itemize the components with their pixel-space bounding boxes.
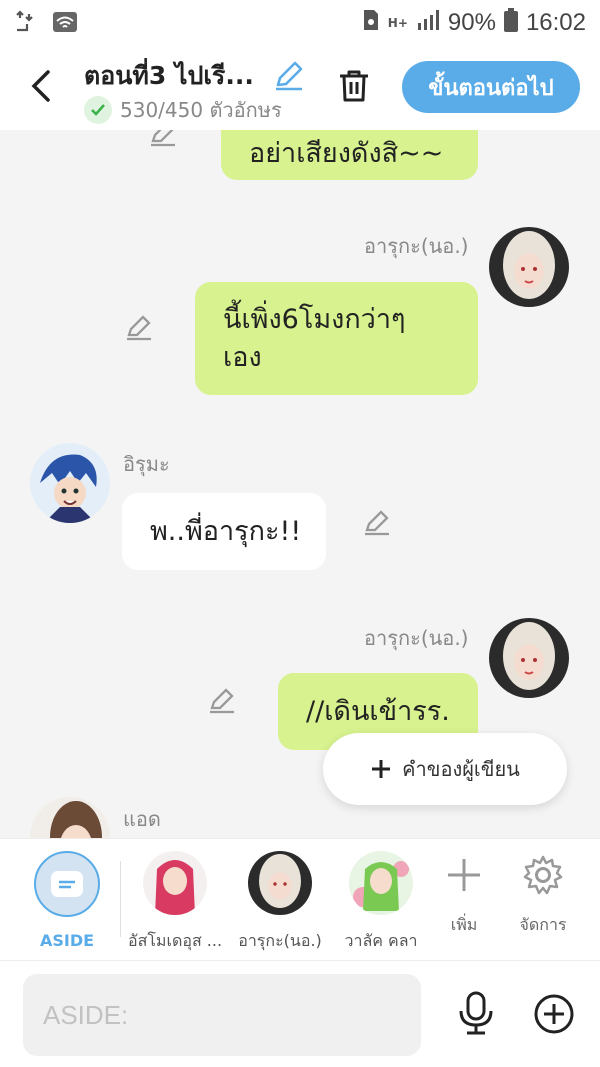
character-valac[interactable]: วาลัค คลา <box>326 851 436 954</box>
avatar-iruma[interactable] <box>30 443 110 523</box>
character-aruka[interactable]: อารุกะ(นอ.) <box>225 851 335 954</box>
avatar <box>248 851 312 915</box>
character-aside[interactable]: ASIDE <box>12 851 122 950</box>
sender-name: อารุกะ(นอ.) <box>364 234 469 258</box>
app-header: ตอนที่3 ไปเรี... 530/450 ตัวอักษร ขั้นตอ… <box>0 46 600 130</box>
plus-icon <box>372 760 391 778</box>
gear-icon <box>523 855 563 895</box>
avatar <box>349 851 413 915</box>
aside-avatar <box>34 851 100 917</box>
plus-icon <box>448 859 480 891</box>
chat-area[interactable]: อย่าเสียงดังสิ~~ อารุกะ(นอ.) นี้เพิ่ง6โม… <box>0 130 600 838</box>
edit-message-icon[interactable] <box>148 130 178 148</box>
message-bubble[interactable]: พ..พี่อารุกะ!! <box>122 493 326 570</box>
manage-label: จัดการ <box>519 915 567 934</box>
character-label: อัสโมเดอุส ... <box>127 931 223 950</box>
message-box-icon <box>51 871 83 897</box>
author-note-button[interactable]: คำของผู้เขียน <box>323 733 567 805</box>
message-input[interactable] <box>23 974 421 1056</box>
sender-name: อารุกะ(นอ.) <box>364 626 469 650</box>
avatar <box>143 851 207 915</box>
character-count: 530/450 ตัวอักษร <box>120 98 282 122</box>
message-line: นี้เพิ่ง6โมงกว่าๆ <box>223 303 406 335</box>
delete-button[interactable] <box>336 68 372 108</box>
episode-title[interactable]: ตอนที่3 ไปเรี... <box>84 56 254 96</box>
character-bar: ASIDE อัสโมเดอุส ... อารุกะ(นอ.) วาลัค ค… <box>0 838 600 960</box>
character-asmodeus[interactable]: อัสโมเดอุส ... <box>120 851 230 954</box>
network-type: H+ <box>387 16 408 30</box>
author-note-label: คำของผู้เขียน <box>402 757 520 781</box>
character-count-row: 530/450 ตัวอักษร <box>84 94 282 126</box>
check-icon <box>84 96 112 124</box>
message-bubble[interactable]: นี้เพิ่ง6โมงกว่าๆ เอง <box>195 282 478 395</box>
status-bar: H+ 90% 16:02 <box>0 0 600 46</box>
avatar-aruka[interactable] <box>489 618 569 698</box>
avatar-aruka[interactable] <box>489 227 569 307</box>
character-label: วาลัค คลา <box>344 931 418 950</box>
signal-icon <box>416 9 440 37</box>
edit-title-button[interactable] <box>272 58 306 96</box>
sim-icon <box>362 8 380 38</box>
add-character-button[interactable]: เพิ่ม <box>424 855 504 938</box>
voice-input-button[interactable] <box>456 991 496 1039</box>
sender-name: แอด <box>123 807 161 831</box>
message-line: เอง <box>223 341 262 373</box>
message-bubble[interactable]: อย่าเสียงดังสิ~~ <box>221 130 478 180</box>
data-transfer-icon <box>14 10 40 38</box>
next-step-button[interactable]: ขั้นตอนต่อไป <box>402 61 580 113</box>
input-bar <box>0 960 600 1067</box>
edit-message-icon[interactable] <box>362 507 392 537</box>
chevron-left-icon <box>31 70 50 102</box>
battery-icon <box>503 8 518 38</box>
sender-name: อิรุมะ <box>123 452 170 476</box>
character-label: อารุกะ(นอ.) <box>238 931 322 950</box>
add-label: เพิ่ม <box>450 915 478 934</box>
wifi-icon <box>52 11 78 37</box>
plus-circle-icon <box>534 994 574 1034</box>
pencil-icon <box>276 61 303 91</box>
clock: 16:02 <box>525 9 586 36</box>
edit-message-icon[interactable] <box>124 312 154 342</box>
attach-button[interactable] <box>533 993 575 1039</box>
avatar-admin[interactable] <box>30 797 110 838</box>
trash-icon <box>340 70 368 102</box>
back-button[interactable] <box>28 68 54 104</box>
edit-message-icon[interactable] <box>207 685 237 715</box>
microphone-icon <box>459 991 493 1035</box>
manage-characters-button[interactable]: จัดการ <box>503 855 583 938</box>
battery-percent: 90% <box>447 9 496 36</box>
character-label: ASIDE <box>39 931 95 950</box>
